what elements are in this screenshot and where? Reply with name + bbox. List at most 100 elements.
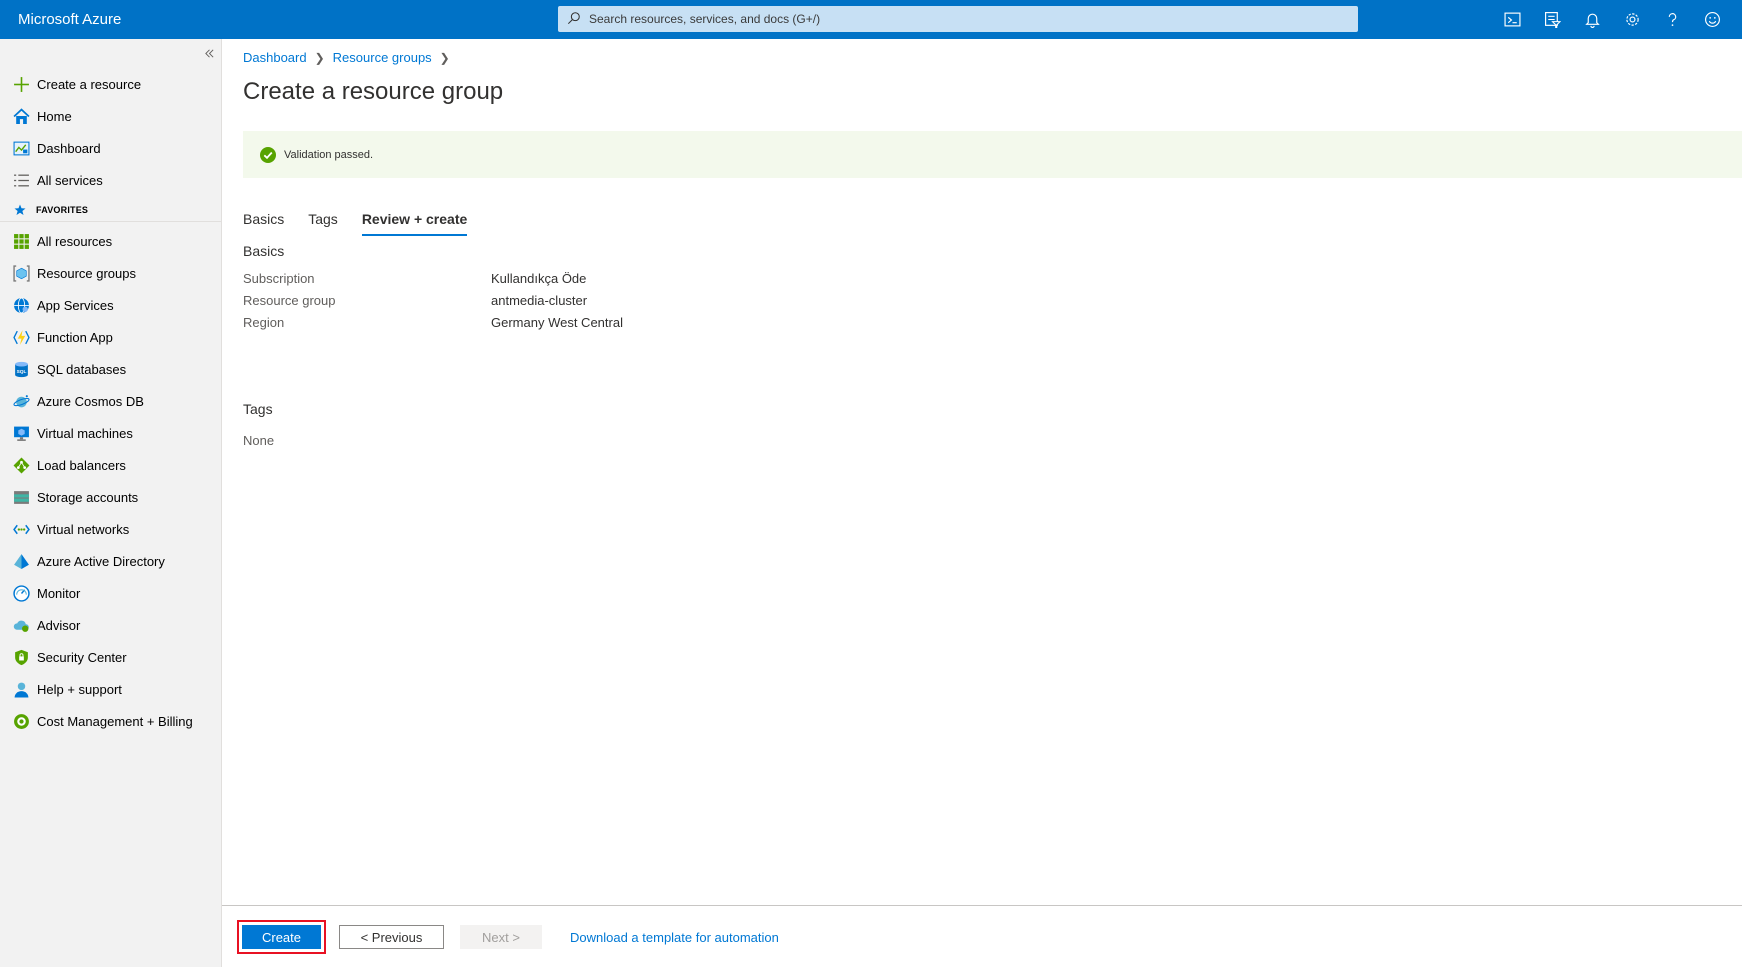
favorites-header: FAVORITES bbox=[0, 198, 222, 222]
search-input[interactable] bbox=[589, 12, 1329, 26]
sidebar-item-home[interactable]: Home bbox=[0, 100, 222, 132]
sidebar-item-label: Create a resource bbox=[37, 76, 142, 92]
sidebar-item-label: Load balancers bbox=[37, 457, 126, 473]
help-icon[interactable] bbox=[1652, 0, 1692, 39]
sidebar-item-label: Security Center bbox=[37, 649, 127, 665]
field-label: Subscription bbox=[243, 271, 315, 286]
sidebar-item-label: Storage accounts bbox=[37, 489, 139, 505]
review-row-region: Region Germany West Central bbox=[243, 315, 623, 330]
sidebar-item-all-resources[interactable]: All resources bbox=[0, 225, 222, 257]
sidebar-item-sql-databases[interactable]: SQL SQL databases bbox=[0, 353, 222, 385]
collapse-sidebar-button[interactable] bbox=[201, 45, 217, 61]
cloud-icon bbox=[12, 616, 30, 634]
sidebar-item-resource-groups[interactable]: Resource groups bbox=[0, 257, 222, 289]
sidebar-item-label: Azure Cosmos DB bbox=[37, 393, 144, 409]
sidebar-item-label: Monitor bbox=[37, 585, 81, 601]
breadcrumb-link-dashboard[interactable]: Dashboard bbox=[243, 50, 307, 65]
sidebar-item-all-services[interactable]: All services bbox=[0, 164, 222, 196]
globe-icon bbox=[12, 296, 30, 314]
bolt-icon bbox=[12, 328, 30, 346]
validation-banner: Validation passed. bbox=[243, 131, 1742, 178]
double-chevron-left-icon bbox=[204, 49, 213, 57]
chevron-right-icon: ❯ bbox=[439, 50, 450, 65]
sidebar-item-label: Virtual networks bbox=[37, 521, 130, 537]
sidebar-item-advisor[interactable]: Advisor bbox=[0, 609, 222, 641]
header-icons bbox=[1492, 0, 1732, 39]
tags-value: None bbox=[243, 433, 275, 448]
chevron-right-icon: ❯ bbox=[314, 50, 325, 65]
footer-action-bar: Create < Previous Next > Download a temp… bbox=[222, 905, 1742, 967]
sidebar-item-label: Cost Management + Billing bbox=[37, 713, 193, 729]
plus-icon bbox=[12, 75, 30, 93]
resource-group-icon bbox=[12, 264, 30, 282]
search-box[interactable] bbox=[558, 6, 1358, 32]
create-button[interactable]: Create bbox=[242, 925, 321, 949]
app-title[interactable]: Microsoft Azure bbox=[18, 11, 121, 28]
review-row-resource-group: Resource group antmedia-cluster bbox=[243, 293, 587, 308]
feedback-icon[interactable] bbox=[1692, 0, 1732, 39]
home-icon bbox=[12, 107, 30, 125]
sidebar-item-label: Dashboard bbox=[37, 140, 101, 156]
sidebar-item-label: Home bbox=[37, 108, 72, 124]
sidebar-item-security-center[interactable]: Security Center bbox=[0, 641, 222, 673]
field-value: antmedia-cluster bbox=[491, 293, 588, 308]
sidebar-item-label: Azure Active Directory bbox=[37, 553, 165, 569]
person-icon bbox=[12, 680, 30, 698]
sidebar-item-label: All resources bbox=[37, 233, 113, 249]
dashboard-icon bbox=[12, 139, 30, 157]
previous-button[interactable]: < Previous bbox=[339, 925, 444, 949]
star-icon bbox=[14, 204, 26, 215]
coin-icon bbox=[12, 712, 30, 730]
sidebar-item-virtual-networks[interactable]: Virtual networks bbox=[0, 513, 222, 545]
sidebar-item-label: All services bbox=[37, 172, 103, 188]
sidebar-item-label: Help + support bbox=[37, 681, 122, 697]
sidebar-item-dashboard[interactable]: Dashboard bbox=[0, 132, 222, 164]
settings-icon[interactable] bbox=[1612, 0, 1652, 39]
breadcrumb: Dashboard ❯ Resource groups ❯ bbox=[243, 50, 458, 65]
sidebar-item-azure-active-directory[interactable]: Azure Active Directory bbox=[0, 545, 222, 577]
sidebar-item-label: App Services bbox=[37, 297, 114, 313]
basics-section-title: Basics bbox=[243, 243, 285, 259]
directory-filter-icon[interactable] bbox=[1532, 0, 1572, 39]
diamond-icon bbox=[12, 456, 30, 474]
sidebar-item-load-balancers[interactable]: Load balancers bbox=[0, 449, 222, 481]
review-row-subscription: Subscription Kullandıkça Öde bbox=[243, 271, 586, 286]
top-bar: Microsoft Azure bbox=[0, 0, 1742, 39]
tab-bar: Basics Tags Review + create bbox=[243, 211, 491, 236]
field-label: Region bbox=[243, 315, 285, 330]
validation-message: Validation passed. bbox=[284, 148, 374, 161]
network-icon bbox=[12, 520, 30, 538]
sidebar-item-app-services[interactable]: App Services bbox=[0, 289, 222, 321]
pyramid-icon bbox=[12, 552, 30, 570]
tab-basics[interactable]: Basics bbox=[243, 211, 284, 236]
sidebar-item-storage-accounts[interactable]: Storage accounts bbox=[0, 481, 222, 513]
download-template-link[interactable]: Download a template for automation bbox=[570, 930, 779, 945]
tab-tags[interactable]: Tags bbox=[308, 211, 338, 236]
sidebar-nav: Create a resource Home Dashboard All ser… bbox=[0, 68, 222, 737]
tab-review-create[interactable]: Review + create bbox=[361, 211, 468, 236]
sidebar-item-function-app[interactable]: Function App bbox=[0, 321, 222, 353]
monitor-icon bbox=[12, 424, 30, 442]
search-icon bbox=[567, 11, 581, 28]
sidebar-item-azure-cosmos-db[interactable]: Azure Cosmos DB bbox=[0, 385, 222, 417]
notifications-icon[interactable] bbox=[1572, 0, 1612, 39]
sql-icon: SQL bbox=[12, 360, 30, 378]
sidebar-item-label: Function App bbox=[37, 329, 113, 345]
sidebar-item-monitor[interactable]: Monitor bbox=[0, 577, 222, 609]
breadcrumb-link-resource-groups[interactable]: Resource groups bbox=[333, 50, 432, 65]
tags-section-title: Tags bbox=[243, 401, 273, 417]
page-title: Create a resource group bbox=[243, 78, 504, 105]
sidebar: Create a resource Home Dashboard All ser… bbox=[0, 39, 222, 967]
check-circle-icon bbox=[260, 146, 276, 163]
sidebar-item-virtual-machines[interactable]: Virtual machines bbox=[0, 417, 222, 449]
field-label: Resource group bbox=[243, 293, 336, 308]
field-value: Kullandıkça Öde bbox=[491, 271, 587, 286]
sidebar-item-create-resource[interactable]: Create a resource bbox=[0, 68, 222, 100]
svg-text:SQL: SQL bbox=[16, 369, 26, 375]
sidebar-item-label: Advisor bbox=[37, 617, 81, 633]
cloud-shell-icon[interactable] bbox=[1492, 0, 1532, 39]
sidebar-item-help-support[interactable]: Help + support bbox=[0, 673, 222, 705]
sidebar-item-cost-management-billing[interactable]: Cost Management + Billing bbox=[0, 705, 222, 737]
sidebar-item-label: Virtual machines bbox=[37, 425, 133, 441]
sidebar-item-label: SQL databases bbox=[37, 361, 127, 377]
